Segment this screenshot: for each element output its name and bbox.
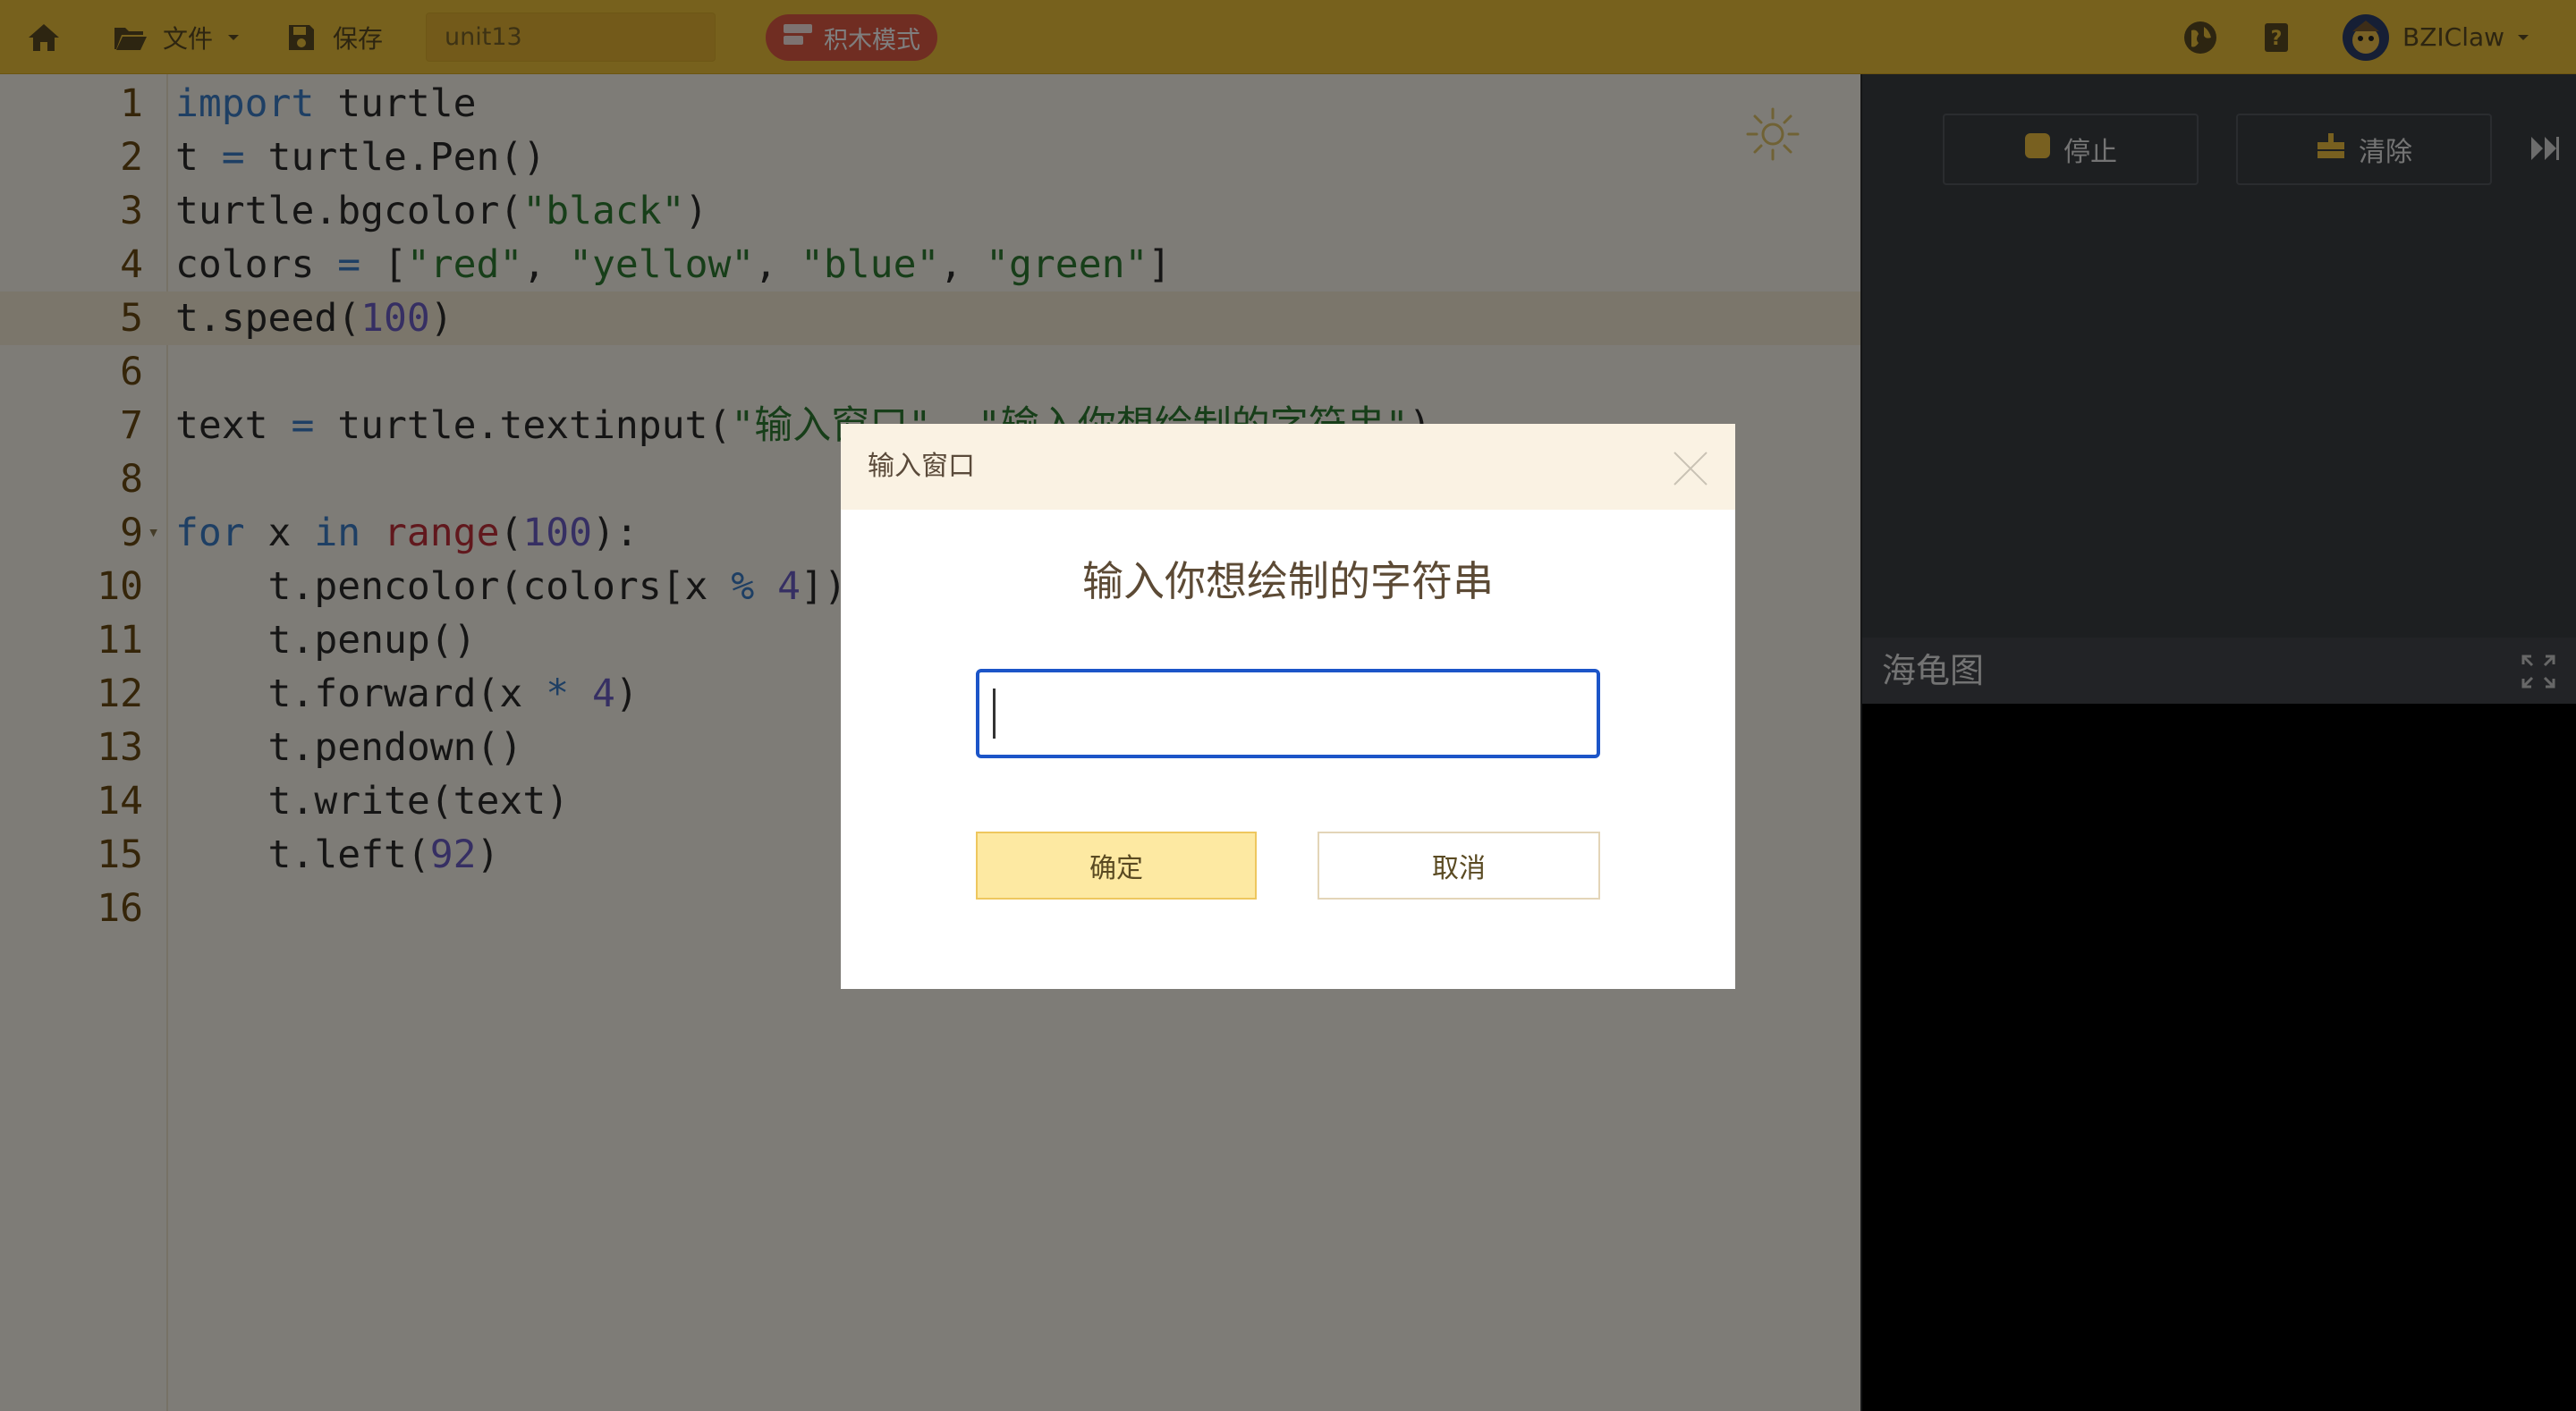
text-input[interactable] [976, 669, 1600, 758]
ok-button[interactable]: 确定 [976, 832, 1257, 900]
close-icon[interactable] [1671, 449, 1710, 492]
dialog-header: 输入窗口 [841, 424, 1735, 510]
cancel-button[interactable]: 取消 [1318, 832, 1600, 900]
dialog-prompt: 输入你想绘制的字符串 [1082, 557, 1494, 605]
input-dialog: 输入窗口 输入你想绘制的字符串 确定 取消 [841, 424, 1735, 989]
text-caret [993, 689, 996, 739]
dialog-title: 输入窗口 [868, 451, 975, 482]
